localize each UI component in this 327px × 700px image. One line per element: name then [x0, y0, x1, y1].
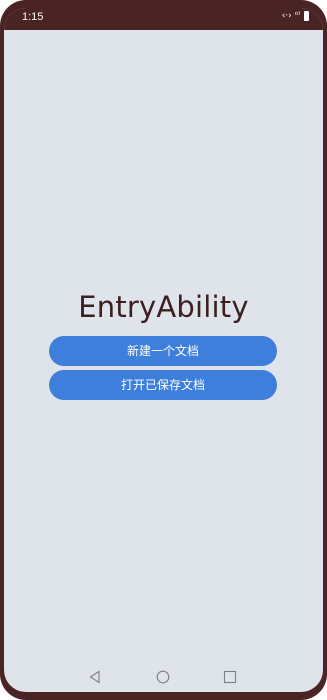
- back-triangle-icon[interactable]: [88, 670, 102, 684]
- signal-icon: ‹·› ᵒᴵ: [281, 11, 300, 21]
- navigation-bar: [4, 666, 323, 692]
- battery-icon: [304, 11, 309, 21]
- device-frame: 1:15 ‹·› ᵒᴵ EntryAbility 新建一个文档 打开已保存文档: [0, 0, 327, 700]
- home-circle-icon[interactable]: [156, 670, 170, 684]
- status-bar: 1:15 ‹·› ᵒᴵ: [4, 8, 323, 30]
- status-time: 1:15: [22, 11, 44, 23]
- screen: 1:15 ‹·› ᵒᴵ EntryAbility 新建一个文档 打开已保存文档: [4, 8, 323, 692]
- recents-square-icon[interactable]: [223, 670, 237, 684]
- new-document-button[interactable]: 新建一个文档: [49, 336, 277, 366]
- page-title: EntryAbility: [78, 290, 249, 324]
- open-saved-document-button[interactable]: 打开已保存文档: [49, 370, 277, 400]
- status-icons: ‹·› ᵒᴵ: [282, 11, 309, 21]
